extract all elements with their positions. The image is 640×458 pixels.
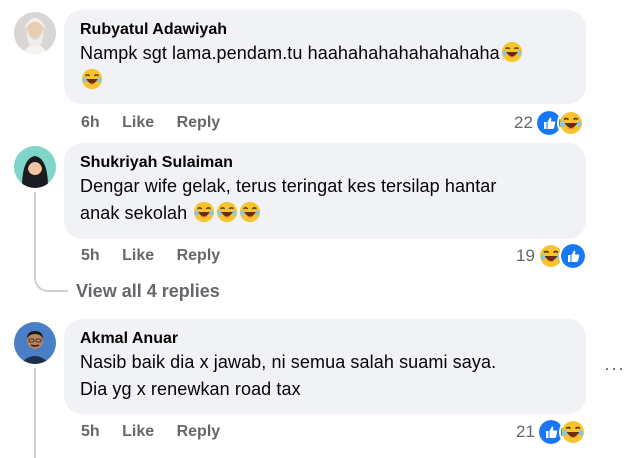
reaction-summary[interactable]: 22 <box>514 109 585 137</box>
thread-line <box>34 192 36 276</box>
comment-actions: 5h Like Reply <box>81 246 238 266</box>
comment-text: Dengar wife gelak, terus teringat kes te… <box>80 176 497 223</box>
like-icon <box>558 242 587 270</box>
thread-line-curve <box>34 268 68 292</box>
comment-bubble: Rubyatul Adawiyah Nampk sgt lama.pendam.… <box>64 10 586 104</box>
reaction-count: 22 <box>514 113 533 132</box>
comment-author[interactable]: Rubyatul Adawiyah <box>80 19 570 40</box>
thread-line <box>34 368 36 458</box>
comment-author[interactable]: Shukriyah Sulaiman <box>80 152 570 173</box>
avatar[interactable] <box>14 146 56 188</box>
reply-button[interactable]: Reply <box>177 423 221 440</box>
more-options-icon[interactable]: ··· <box>604 358 625 379</box>
comment-actions: 5h Like Reply <box>81 422 238 442</box>
avatar[interactable] <box>14 12 56 54</box>
comment-text: Nasib baik dia x jawab, ni semua salah s… <box>80 352 497 399</box>
reaction-summary[interactable]: 19 <box>516 242 587 270</box>
comment-bubble: Akmal Anuar Nasib baik dia x jawab, ni s… <box>64 319 586 414</box>
haha-icon <box>556 109 585 137</box>
comment-text: Nampk sgt lama.pendam.tu haahahahahahaha… <box>80 40 570 94</box>
like-button[interactable]: Like <box>122 247 154 264</box>
comment-timestamp[interactable]: 5h <box>81 247 100 264</box>
like-button[interactable]: Like <box>122 114 154 131</box>
comment-actions: 6h Like Reply <box>81 113 238 133</box>
haha-icon <box>558 418 587 446</box>
laughing-emoji-icon <box>216 201 238 223</box>
reply-button[interactable]: Reply <box>177 247 221 264</box>
laughing-emoji-icon <box>239 201 261 223</box>
avatar[interactable] <box>14 322 56 364</box>
reaction-summary[interactable]: 21 <box>516 418 587 446</box>
comment-author[interactable]: Akmal Anuar <box>80 328 570 349</box>
like-button[interactable]: Like <box>122 423 154 440</box>
laughing-emoji-icon <box>501 41 523 63</box>
reply-button[interactable]: Reply <box>177 114 221 131</box>
comment-bubble: Shukriyah Sulaiman Dengar wife gelak, te… <box>64 143 586 239</box>
laughing-emoji-icon <box>193 201 215 223</box>
comment-timestamp[interactable]: 6h <box>81 114 100 131</box>
laughing-emoji-icon <box>81 68 103 90</box>
view-replies-link[interactable]: View all 4 replies <box>76 281 220 302</box>
reaction-count: 19 <box>516 246 535 265</box>
reaction-count: 21 <box>516 422 535 441</box>
comment-timestamp[interactable]: 5h <box>81 423 100 440</box>
